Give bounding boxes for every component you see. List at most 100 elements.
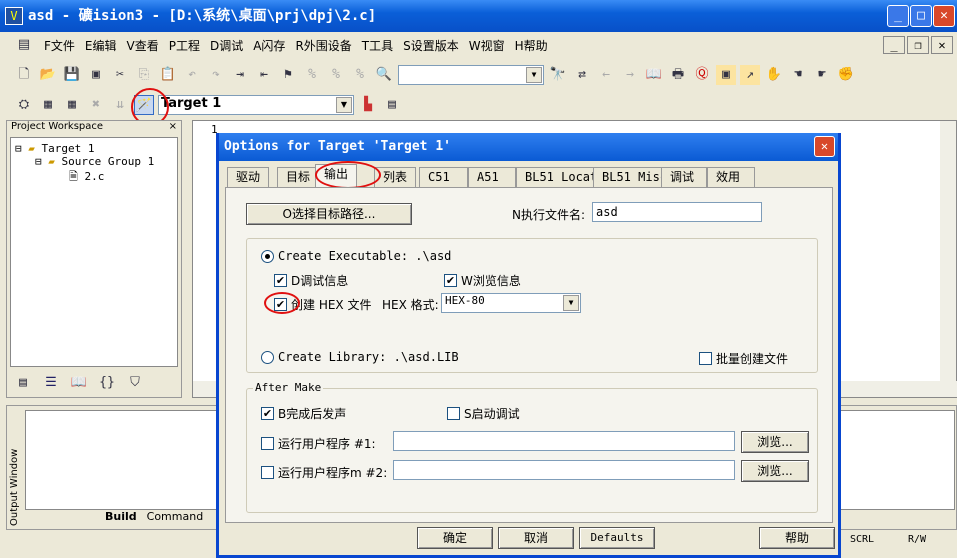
bookmark-icon[interactable]: ⚑: [278, 65, 298, 85]
create-executable-radio[interactable]: [261, 249, 274, 263]
target-select[interactable]: Target 1 ▼: [158, 95, 354, 115]
tab-utilities[interactable]: 效用: [707, 167, 755, 187]
mdi-close-button[interactable]: ✕: [931, 36, 953, 54]
menu-svcs[interactable]: S设置版本: [403, 37, 459, 54]
menu-flash[interactable]: A闪存: [253, 37, 285, 54]
bookmark-prev-icon[interactable]: %: [326, 65, 346, 85]
print-icon[interactable]: 🖶: [668, 65, 688, 85]
hex-format-select[interactable]: HEX-80 ▼: [441, 293, 581, 313]
run2-browse-button[interactable]: 浏览...: [741, 460, 809, 482]
batch-build-checkbox[interactable]: [699, 352, 712, 365]
exe-name-input[interactable]: asd: [592, 202, 762, 222]
run1-checkbox[interactable]: [261, 437, 274, 450]
tab-command[interactable]: Command: [147, 510, 204, 523]
stop-build-icon[interactable]: ✖: [86, 95, 106, 115]
browse-info-checkbox[interactable]: ✔: [444, 274, 457, 287]
editor-vscrollbar[interactable]: [940, 121, 956, 381]
bookmark-next-icon[interactable]: %: [302, 65, 322, 85]
hand4-icon[interactable]: ✊: [836, 65, 856, 85]
menu-tools[interactable]: T工具: [362, 37, 393, 54]
hand3-icon[interactable]: ☛: [812, 65, 832, 85]
download-icon[interactable]: ⇊: [110, 95, 130, 115]
hand-icon[interactable]: ✋: [764, 65, 784, 85]
new-file-icon[interactable]: 🗋: [14, 65, 34, 85]
functions-tab-icon[interactable]: {}: [97, 373, 117, 393]
cut-icon[interactable]: ✂: [110, 65, 130, 85]
menu-window[interactable]: W视窗: [469, 37, 505, 54]
minimize-button[interactable]: _: [887, 5, 909, 27]
tab-c51[interactable]: C51: [419, 167, 468, 187]
workspace-toggle-icon[interactable]: ▣: [716, 65, 736, 85]
run1-browse-button[interactable]: 浏览...: [741, 431, 809, 453]
run1-input[interactable]: [393, 431, 735, 451]
help-button[interactable]: 帮助: [759, 527, 835, 549]
menu-project[interactable]: P工程: [169, 37, 200, 54]
tree-item-file[interactable]: 🗎 2.c: [15, 168, 173, 187]
paste-icon[interactable]: 📋: [158, 65, 178, 85]
menu-file[interactable]: F文件: [44, 37, 75, 54]
tab-target[interactable]: 目标: [277, 167, 320, 187]
select-folder-button[interactable]: O选择目标路径...: [246, 203, 412, 225]
back-icon[interactable]: ←: [596, 65, 616, 85]
tab-debug[interactable]: 调试: [661, 167, 707, 187]
replace-icon[interactable]: ⇄: [572, 65, 592, 85]
maximize-button[interactable]: □: [910, 5, 932, 27]
indent-icon[interactable]: ⇥: [230, 65, 250, 85]
file-toolbar: 🗋 📂 💾 ▣ ✂ ⎘ 📋 ↶ ↷ ⇥ ⇤ ⚑ % % % 🔍 ▼ 🔭 ⇄ ← …: [0, 61, 957, 89]
mdi-minimize-button[interactable]: _: [883, 36, 905, 54]
menu-help[interactable]: H帮助: [515, 37, 548, 54]
find-combo[interactable]: ▼: [398, 65, 544, 85]
bookmark-clear-icon[interactable]: %: [350, 65, 370, 85]
rebuild-icon[interactable]: ▦: [62, 95, 82, 115]
dropdown-arrow-icon[interactable]: ▼: [526, 67, 542, 83]
dialog-close-button[interactable]: ✕: [814, 136, 835, 157]
save-icon[interactable]: 💾: [62, 65, 82, 85]
dropdown-arrow-icon[interactable]: ▼: [563, 295, 579, 311]
files-tab-icon[interactable]: ▤: [13, 373, 33, 393]
close-button[interactable]: ✕: [933, 5, 955, 27]
copy-icon[interactable]: ⎘: [134, 65, 154, 85]
project-workspace: Project Workspace × ⊟ ▰ Target 1 ⊟ ▰ Sour…: [6, 120, 182, 398]
menu-peripherals[interactable]: R外围设备: [295, 37, 351, 54]
build-icon[interactable]: ▦: [38, 95, 58, 115]
menu-debug[interactable]: D调试: [210, 37, 243, 54]
unindent-icon[interactable]: ⇤: [254, 65, 274, 85]
run2-input[interactable]: [393, 460, 735, 480]
books-icon[interactable]: ▤: [382, 95, 402, 115]
menu-edit[interactable]: E编辑: [85, 37, 117, 54]
mdi-restore-button[interactable]: ❐: [907, 36, 929, 54]
defaults-button[interactable]: Defaults: [579, 527, 655, 549]
templates-tab-icon[interactable]: ⛉: [125, 373, 145, 393]
components-icon[interactable]: ▙: [358, 95, 378, 115]
output-toggle-icon[interactable]: ↗: [740, 65, 760, 85]
redo-icon[interactable]: ↷: [206, 65, 226, 85]
undo-icon[interactable]: ↶: [182, 65, 202, 85]
beep-checkbox[interactable]: ✔: [261, 407, 274, 420]
translate-icon[interactable]: ⛭: [14, 95, 34, 115]
tree-item-target[interactable]: ⊟ ▰ Target 1: [15, 142, 173, 155]
tree-item-source-group[interactable]: ⊟ ▰ Source Group 1: [15, 155, 173, 168]
workspace-close-button[interactable]: ×: [169, 121, 181, 135]
find-in-files-icon[interactable]: 🔍: [374, 65, 394, 85]
book-icon[interactable]: 📖: [644, 65, 664, 85]
cancel-button[interactable]: 取消: [498, 527, 574, 549]
debug-info-checkbox[interactable]: ✔: [274, 274, 287, 287]
save-all-icon[interactable]: ▣: [86, 65, 106, 85]
browse-info-label: W浏览信息: [461, 274, 521, 288]
tab-device[interactable]: 驱动: [227, 167, 270, 187]
regs-tab-icon[interactable]: ☰: [41, 373, 61, 393]
forward-icon[interactable]: →: [620, 65, 640, 85]
debug-start-icon[interactable]: Ⓠ: [692, 65, 712, 85]
books-tab-icon[interactable]: 📖: [69, 373, 89, 393]
start-debug-checkbox[interactable]: [447, 407, 460, 420]
create-library-radio[interactable]: [261, 350, 274, 364]
dropdown-arrow-icon[interactable]: ▼: [336, 97, 352, 113]
hand2-icon[interactable]: ☚: [788, 65, 808, 85]
find-icon[interactable]: 🔭: [548, 65, 568, 85]
open-icon[interactable]: 📂: [38, 65, 58, 85]
tab-build[interactable]: Build: [105, 510, 137, 523]
ok-button[interactable]: 确定: [417, 527, 493, 549]
tab-a51[interactable]: A51: [468, 167, 516, 187]
run2-checkbox[interactable]: [261, 466, 274, 479]
menu-view[interactable]: V查看: [127, 37, 159, 54]
